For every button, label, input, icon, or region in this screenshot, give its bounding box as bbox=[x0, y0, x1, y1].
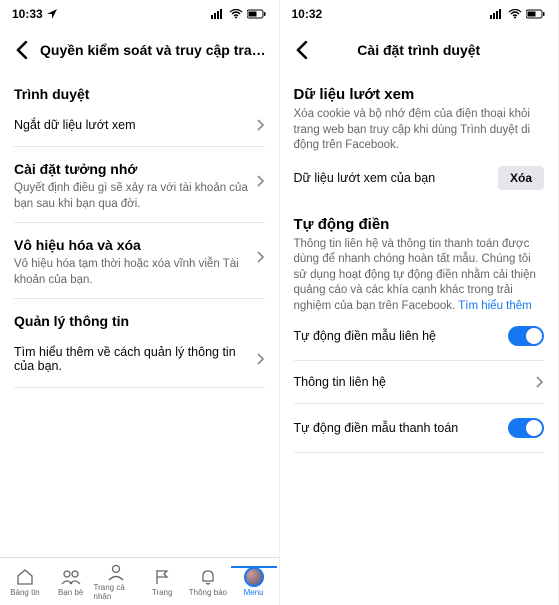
tab-label: Bảng tin bbox=[10, 588, 39, 597]
section-title: Dữ liệu lướt xem bbox=[294, 86, 545, 103]
section-manage-info: Quản lý thông tin bbox=[14, 313, 265, 329]
tab-label: Trang bbox=[152, 588, 173, 597]
row-your-browsing-data: Dữ liệu lướt xem của bạn Xóa bbox=[294, 154, 545, 202]
row-learn-more[interactable]: Tìm hiểu thêm về cách quản lý thông tin … bbox=[14, 333, 265, 385]
chevron-right-icon bbox=[257, 175, 265, 187]
chevron-right-icon bbox=[257, 251, 265, 263]
row-label: Tìm hiểu thêm về cách quản lý thông tin … bbox=[14, 345, 257, 373]
tab-newsfeed[interactable]: Bảng tin bbox=[2, 567, 48, 597]
status-icons bbox=[490, 9, 546, 19]
section-sub: Quyết định điều gì sẽ xảy ra với tài kho… bbox=[14, 181, 249, 212]
divider bbox=[294, 360, 545, 361]
tab-profile[interactable]: Trang cá nhân bbox=[94, 562, 140, 601]
clear-button[interactable]: Xóa bbox=[498, 166, 544, 190]
nav-bar: Quyền kiểm soát và truy cập trang cá nh.… bbox=[0, 28, 279, 72]
toggle-autofill-payment[interactable] bbox=[508, 418, 544, 438]
profile-icon bbox=[107, 562, 125, 582]
row-contact-info[interactable]: Thông tin liên hệ bbox=[294, 363, 545, 401]
row-autofill-contact-form: Tự động điền mẫu liên hệ bbox=[294, 314, 545, 358]
tab-label: Thông báo bbox=[189, 588, 227, 597]
status-icons bbox=[211, 9, 267, 19]
page-title: Quyền kiểm soát và truy cập trang cá nh.… bbox=[34, 42, 269, 58]
back-button[interactable] bbox=[10, 38, 34, 62]
row-label: Ngắt dữ liệu lướt xem bbox=[14, 118, 136, 132]
screen-browser-settings: 10:32 Cài đặt trình duyệt Dữ liệu lướt x… bbox=[280, 0, 559, 605]
newsfeed-icon bbox=[16, 567, 34, 587]
tab-menu[interactable]: Menu bbox=[231, 567, 277, 597]
tab-label: Trang cá nhân bbox=[94, 583, 140, 601]
status-time: 10:33 bbox=[12, 7, 43, 21]
tab-friends[interactable]: Bạn bè bbox=[48, 567, 94, 597]
tab-label: Menu bbox=[244, 588, 264, 597]
section-title: Tự động điền bbox=[294, 216, 545, 233]
section-browsing-data: Dữ liệu lướt xem Xóa cookie và bộ nhớ đệ… bbox=[294, 86, 545, 154]
section-autofill: Tự động điền Thông tin liên hệ và thông … bbox=[294, 216, 545, 315]
toggle-autofill-contact[interactable] bbox=[508, 326, 544, 346]
chevron-right-icon bbox=[257, 353, 265, 365]
chevron-right-icon bbox=[536, 376, 544, 388]
row-clear-browsing[interactable]: Ngắt dữ liệu lướt xem bbox=[14, 106, 265, 144]
tab-indicator bbox=[231, 566, 277, 568]
section-title: Trình duyệt bbox=[14, 86, 265, 102]
section-sub: Vô hiệu hóa tạm thời hoặc xóa vĩnh viễn … bbox=[14, 257, 249, 288]
row-label: Dữ liệu lướt xem của bạn bbox=[294, 171, 436, 185]
divider bbox=[294, 452, 545, 453]
row-label: Thông tin liên hệ bbox=[294, 375, 386, 389]
status-bar: 10:33 bbox=[0, 0, 279, 28]
tab-notifications[interactable]: Thông báo bbox=[185, 567, 231, 597]
friends-icon bbox=[61, 567, 81, 587]
status-time: 10:32 bbox=[292, 7, 323, 21]
chevron-right-icon bbox=[257, 119, 265, 131]
section-description: Xóa cookie và bộ nhớ đệm của điện thoại … bbox=[294, 107, 545, 154]
status-bar: 10:32 bbox=[280, 0, 559, 28]
section-memorialization[interactable]: Cài đặt tưởng nhớ Quyết định điều gì sẽ … bbox=[14, 161, 265, 212]
row-label: Tự động điền mẫu liên hệ bbox=[294, 329, 437, 343]
divider bbox=[14, 298, 265, 299]
divider bbox=[14, 387, 265, 388]
row-autofill-payment-form: Tự động điền mẫu thanh toán bbox=[294, 406, 545, 450]
divider bbox=[14, 222, 265, 223]
bell-icon bbox=[199, 567, 217, 587]
section-title: Vô hiệu hóa và xóa bbox=[14, 237, 249, 253]
section-description: Thông tin liên hệ và thông tin thanh toá… bbox=[294, 237, 545, 315]
tab-pages[interactable]: Trang bbox=[139, 567, 185, 597]
location-icon bbox=[47, 9, 57, 19]
page-title: Cài đặt trình duyệt bbox=[314, 42, 549, 58]
section-title: Cài đặt tưởng nhớ bbox=[14, 161, 249, 177]
row-label: Tự động điền mẫu thanh toán bbox=[294, 421, 459, 435]
divider bbox=[294, 403, 545, 404]
back-button[interactable] bbox=[290, 38, 314, 62]
tab-bar: Bảng tin Bạn bè Trang cá nhân Trang Thôn… bbox=[0, 557, 279, 605]
divider bbox=[14, 146, 265, 147]
tab-label: Bạn bè bbox=[58, 588, 83, 597]
avatar-icon bbox=[244, 567, 264, 587]
section-title: Quản lý thông tin bbox=[14, 313, 265, 329]
content: Dữ liệu lướt xem Xóa cookie và bộ nhớ đệ… bbox=[280, 72, 559, 605]
section-deactivate[interactable]: Vô hiệu hóa và xóa Vô hiệu hóa tạm thời … bbox=[14, 237, 265, 288]
section-browser: Trình duyệt bbox=[14, 86, 265, 102]
screen-privacy: 10:33 Quyền kiểm soát và truy cập trang … bbox=[0, 0, 280, 605]
nav-bar: Cài đặt trình duyệt bbox=[280, 28, 559, 72]
flag-icon bbox=[153, 567, 171, 587]
learn-more-link[interactable]: Tìm hiểu thêm bbox=[458, 300, 532, 312]
content: Trình duyệt Ngắt dữ liệu lướt xem Cài đặ… bbox=[0, 72, 279, 557]
